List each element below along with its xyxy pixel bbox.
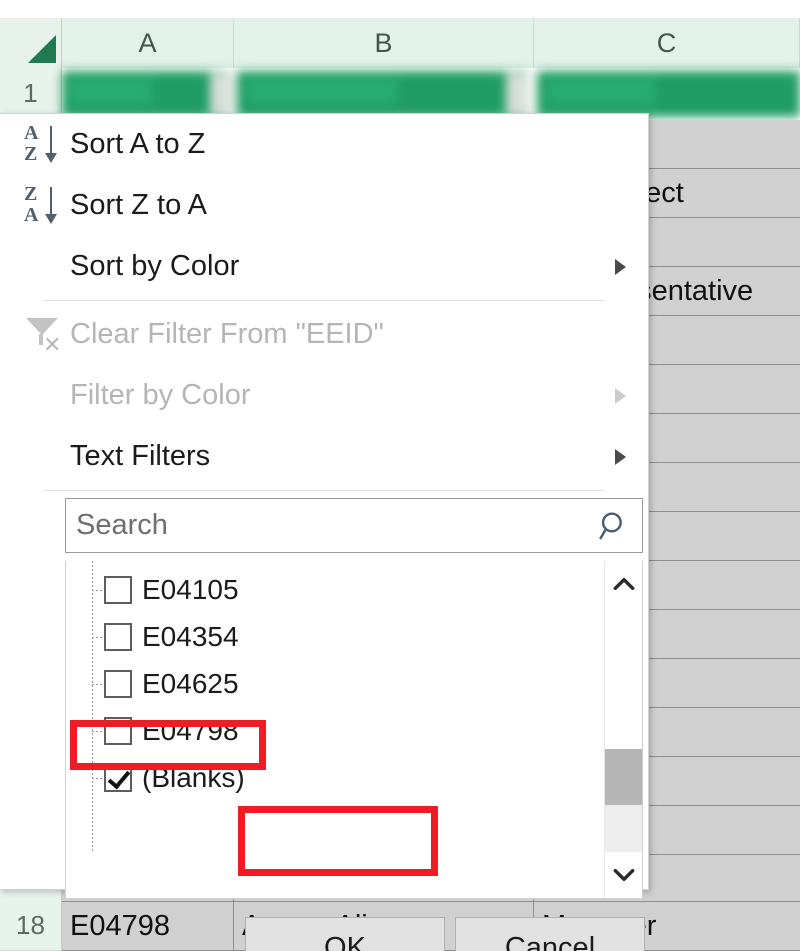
list-item[interactable]: E04625 [66,660,606,707]
menu-item-clear-filter: ✕ Clear Filter From "EEID" [0,304,648,365]
checkbox[interactable] [104,716,132,745]
list-item-label: (Blanks) [142,761,245,793]
tree-connector-line [92,589,104,591]
row-number-18[interactable]: 18 [0,901,62,951]
scroll-down-button[interactable] [605,852,642,898]
header-label-b [247,78,397,104]
select-all-corner[interactable] [0,18,62,68]
list-scrollbar[interactable] [604,561,642,898]
ok-button[interactable]: OK [245,917,445,951]
select-all-triangle-icon [28,35,56,63]
search-box[interactable] [65,498,643,553]
column-header-strip: A B C [0,18,800,68]
tree-connector-line [92,730,104,732]
search-input[interactable] [66,499,586,552]
menu-separator-2 [44,490,604,491]
filter-value-list[interactable]: E04105 E04354 E04625 E04798 (Blanks) [65,561,643,899]
checkbox[interactable] [104,622,132,651]
list-item[interactable]: E04798 [66,707,606,754]
menu-item-label: Sort Z to A [70,189,207,221]
checkbox[interactable] [104,669,132,698]
chevron-right-icon [615,448,626,465]
sort-z-to-a-icon: ZA [18,183,70,228]
cancel-button[interactable]: Cancel [455,917,645,951]
header-label-a [70,78,152,104]
menu-item-sort-a-to-z[interactable]: AZ Sort A to Z [0,114,648,175]
search-magnifier-icon[interactable] [586,509,642,543]
column-header-b[interactable]: B [234,18,534,68]
list-item-label: E04798 [142,714,239,746]
chevron-right-icon [615,258,626,275]
tree-connector-line [92,777,104,779]
tree-connector-line [92,683,104,685]
menu-item-label: Sort A to Z [70,128,206,160]
menu-item-label: Text Filters [70,440,211,472]
excel-filter-dropdown-screenshot: A B C 1 geral Architectt Representative-… [0,0,800,951]
list-item[interactable]: (Blanks) [66,754,606,801]
list-item[interactable]: E04105 [66,566,606,613]
list-item-label: E04625 [142,667,239,699]
column-header-c[interactable]: C [534,18,800,68]
tree-connector-line [92,636,104,638]
filter-value-list-items: E04105 E04354 E04625 E04798 (Blanks) [66,561,606,898]
menu-item-sort-by-color[interactable]: Sort by Color [0,236,648,297]
clear-filter-funnel-icon: ✕ [18,314,70,356]
list-item[interactable]: E04354 [66,613,606,660]
menu-item-label: Sort by Color [70,250,240,282]
filter-dropdown-panel: AZ Sort A to Z ZA Sort Z to A Sort by Co… [0,113,649,951]
checkbox[interactable] [104,763,132,792]
list-item-label: E04354 [142,620,239,652]
menu-item-label: Filter by Color [70,379,251,411]
chevron-right-icon [615,387,626,404]
sort-a-to-z-icon: AZ [18,122,70,167]
menu-item-label: Clear Filter From "EEID" [70,318,384,350]
menu-item-text-filters[interactable]: Text Filters [0,426,648,487]
header-label-c [547,78,655,104]
menu-item-sort-z-to-a[interactable]: ZA Sort Z to A [0,175,648,236]
menu-separator-1 [44,300,604,301]
list-item-label: E04105 [142,573,239,605]
filter-button-a-icon[interactable] [210,73,232,115]
column-header-a[interactable]: A [62,18,234,68]
checkbox[interactable] [104,575,132,604]
scrollbar-track[interactable] [605,805,642,852]
filter-button-b-icon[interactable] [506,73,528,115]
scroll-up-button[interactable] [605,561,642,607]
dialog-button-row: OK Cancel [65,917,645,951]
scrollbar-thumb[interactable] [605,749,642,805]
menu-item-filter-by-color: Filter by Color [0,365,648,426]
